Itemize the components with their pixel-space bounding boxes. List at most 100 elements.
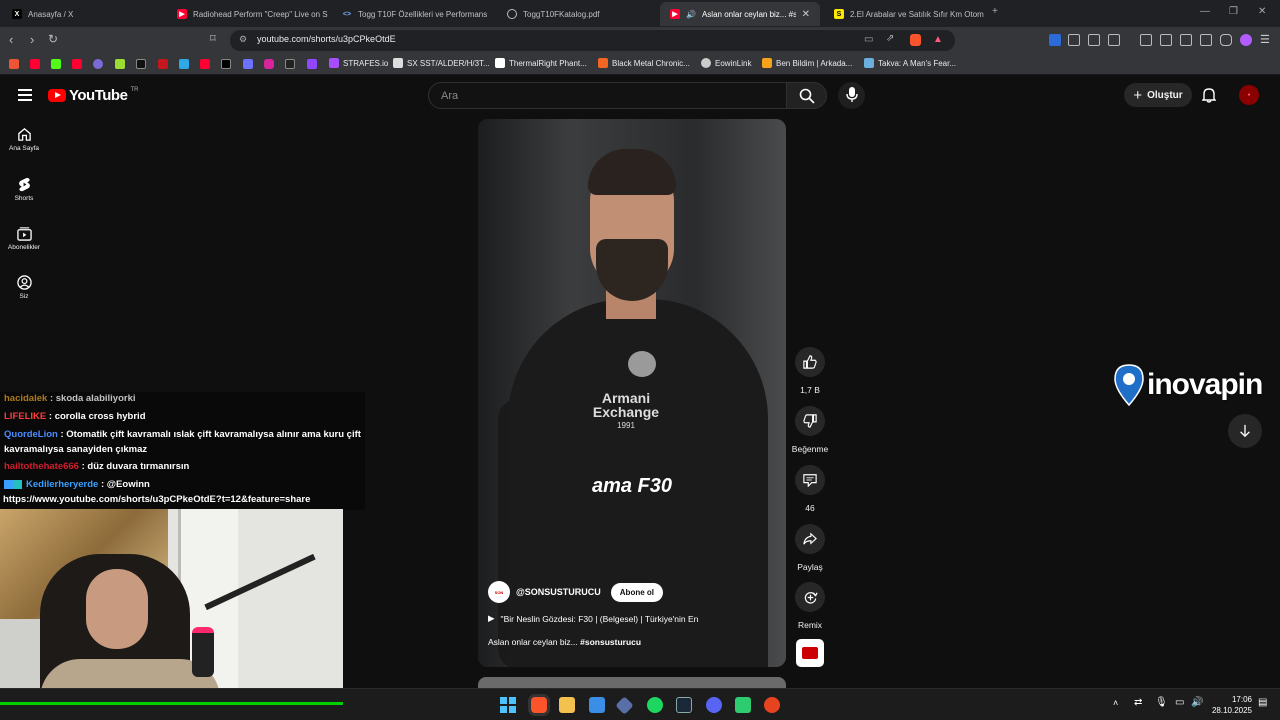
sidebar-item-shorts[interactable]: Shorts: [0, 177, 48, 202]
app-icon[interactable]: [615, 696, 634, 715]
sidebar-item-you[interactable]: Siz: [0, 275, 48, 300]
youtube-icon[interactable]: [200, 59, 210, 69]
tab-katalog[interactable]: ToggT10FKatalog.pdf: [497, 2, 657, 26]
sidebar-icon[interactable]: [1160, 34, 1172, 46]
steam-icon[interactable]: [676, 697, 692, 713]
photos-app-icon[interactable]: [589, 697, 605, 713]
omnibox[interactable]: ⚙ youtube.com/shorts/u3pCPkeOtdE ▭ ⇗ ▲: [230, 30, 955, 51]
subscribe-button[interactable]: Abone ol: [610, 582, 663, 602]
cast-icon[interactable]: ▭: [864, 34, 873, 45]
tab-sahibinden[interactable]: S 2.El Arabalar ve Satılık Sıfır Km Otom: [824, 2, 984, 26]
bookmark-thermalright[interactable]: ThermalRight Phant...: [495, 58, 587, 68]
brave-shield-icon[interactable]: [910, 34, 921, 46]
spotify-icon[interactable]: [647, 697, 663, 713]
menu-icon[interactable]: [18, 89, 32, 101]
bookmark-takva[interactable]: Takva: A Man's Fear...: [864, 58, 956, 68]
audio-source-thumbnail[interactable]: [796, 639, 824, 667]
puzzle-icon[interactable]: [1088, 34, 1100, 46]
close-window-button[interactable]: ✕: [1258, 6, 1266, 17]
bookmark-favicon-icon[interactable]: [9, 59, 19, 69]
bookmark-favicon-icon[interactable]: [179, 59, 189, 69]
bookmark-favicon-icon[interactable]: [115, 59, 125, 69]
bookmark-favicon-icon[interactable]: [93, 59, 103, 69]
voice-search-button[interactable]: [838, 82, 865, 109]
leo-ai-icon[interactable]: [1200, 34, 1212, 46]
like-button[interactable]: 1,7 B: [795, 347, 825, 395]
site-info-icon[interactable]: ⚙: [239, 34, 247, 45]
menu-icon[interactable]: ☰: [1260, 33, 1270, 46]
video-description[interactable]: Aslan onlar ceylan biz... #sonsusturucu: [488, 637, 641, 647]
microphone-icon[interactable]: 🎙: [1155, 697, 1168, 708]
extension-icon[interactable]: [1108, 34, 1120, 46]
brave-browser-icon[interactable]: [531, 697, 547, 713]
bookmark-favicon-icon[interactable]: [158, 59, 168, 69]
bookmark-ben-bildim[interactable]: Ben Bildim | Arkada...: [762, 58, 852, 68]
app-tray-icon[interactable]: ⇄: [1134, 697, 1142, 708]
bookmark-icon[interactable]: ⌑: [210, 32, 216, 45]
youtube-icon[interactable]: [72, 59, 82, 69]
music-icon[interactable]: [1140, 34, 1152, 46]
remix-button[interactable]: Remix: [795, 582, 825, 630]
dislike-button[interactable]: Beğenme: [792, 406, 828, 454]
profile-icon[interactable]: [1240, 34, 1252, 46]
network-icon[interactable]: ▭: [1175, 697, 1184, 708]
share-icon[interactable]: ⇗: [886, 33, 894, 44]
discord-icon[interactable]: [706, 697, 722, 713]
kick-icon[interactable]: [51, 59, 61, 69]
maximize-button[interactable]: ❐: [1229, 6, 1238, 17]
vpn-icon[interactable]: [1220, 34, 1232, 46]
volume-icon[interactable]: 🔊: [1191, 697, 1203, 708]
back-icon[interactable]: ‹: [9, 32, 13, 47]
sidebar-item-home[interactable]: Ana Sayfa: [0, 127, 48, 152]
channel-avatar[interactable]: SON: [488, 581, 510, 603]
youtube-icon[interactable]: [30, 59, 40, 69]
notifications-bell-icon[interactable]: [1202, 87, 1216, 103]
close-tab-icon[interactable]: ✕: [802, 9, 810, 20]
tab-togg[interactable]: <> Togg T10F Özellikleri ve Performans: [332, 2, 497, 26]
search-button[interactable]: [786, 82, 827, 109]
chevron-up-icon[interactable]: ˄: [1113, 698, 1118, 708]
avatar[interactable]: ●: [1239, 85, 1259, 105]
app-icon[interactable]: [735, 697, 751, 713]
extension-icon[interactable]: [1068, 34, 1080, 46]
channel-name[interactable]: @SONSUSTURUCU: [516, 587, 601, 597]
bookmark-favicon-icon: [495, 58, 505, 68]
bookmark-favicon-icon[interactable]: [243, 59, 253, 69]
url-text[interactable]: youtube.com/shorts/u3pCPkeOtdE: [257, 34, 396, 44]
sidebar-item-subscriptions[interactable]: Abonelikler: [0, 226, 48, 251]
share-button[interactable]: Paylaş: [795, 524, 825, 572]
taskbar-clock[interactable]: 17:06 28.10.2025: [1212, 694, 1252, 716]
new-tab-button[interactable]: +: [992, 6, 998, 17]
tab-x[interactable]: X Anasayfa / X: [2, 2, 167, 26]
instagram-icon[interactable]: [264, 59, 274, 69]
bookmark-eowinlink[interactable]: EowinLink: [701, 58, 751, 68]
minimize-button[interactable]: —: [1200, 6, 1210, 17]
tab-radiohead[interactable]: ▶ Radiohead Perform "Creep" Live on S: [167, 2, 332, 26]
tiktok-icon[interactable]: [136, 59, 146, 69]
bookmark-sx[interactable]: SX SST/ALDER/H/3T...: [393, 58, 490, 68]
bookmark-favicon-icon[interactable]: [285, 59, 295, 69]
start-button[interactable]: [500, 697, 516, 713]
reload-icon[interactable]: ↻: [48, 32, 58, 46]
youtube-logo[interactable]: YouTube TR: [48, 87, 138, 104]
notifications-icon[interactable]: ▤: [1258, 697, 1267, 708]
twitch-icon[interactable]: [307, 59, 317, 69]
comments-button[interactable]: 46: [795, 465, 825, 513]
app-icon[interactable]: [764, 697, 780, 713]
globe-icon: [701, 58, 711, 68]
next-short-button[interactable]: [1228, 414, 1262, 448]
search-input[interactable]: Ara: [428, 82, 787, 109]
bookmark-strafes[interactable]: STRAFES.io: [329, 58, 388, 68]
tab-active-short[interactable]: ▶ 🔊 Aslan onlar ceylan biz... #son ✕: [660, 2, 820, 26]
hashtag-link[interactable]: #sonsusturucu: [580, 637, 641, 647]
bookmark-black-metal[interactable]: Black Metal Chronic...: [598, 58, 690, 68]
extension-icon[interactable]: [1049, 34, 1061, 46]
shorts-video-player[interactable]: Armani Exchange 1991 ama F30 SON @SONSUS…: [478, 119, 786, 667]
forward-icon[interactable]: ›: [30, 32, 34, 47]
x-icon[interactable]: [221, 59, 231, 69]
wallet-icon[interactable]: [1180, 34, 1192, 46]
file-explorer-icon[interactable]: [559, 697, 575, 713]
create-button[interactable]: + Oluştur: [1124, 83, 1192, 107]
related-video-link[interactable]: ▶ "Bir Neslin Gözdesi: F30 | (Belgesel) …: [488, 613, 698, 624]
brave-rewards-icon[interactable]: ▲: [933, 34, 943, 45]
